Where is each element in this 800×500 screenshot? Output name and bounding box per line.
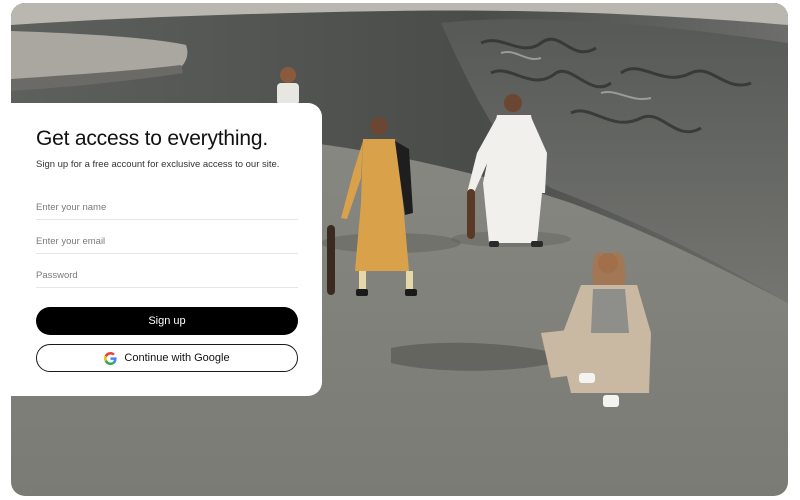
google-button-label: Continue with Google — [124, 352, 230, 364]
password-input[interactable] — [36, 264, 298, 288]
email-input[interactable] — [36, 230, 298, 254]
google-g-icon — [104, 351, 117, 365]
name-input[interactable] — [36, 196, 298, 220]
signup-button[interactable]: Sign up — [36, 307, 298, 335]
signup-page: Get access to everything. Sign up for a … — [0, 0, 800, 500]
google-signin-button[interactable]: Continue with Google — [36, 344, 298, 372]
page-title: Get access to everything. — [36, 127, 268, 150]
page-subtitle: Sign up for a free account for exclusive… — [36, 159, 280, 170]
signup-button-label: Sign up — [148, 315, 186, 327]
